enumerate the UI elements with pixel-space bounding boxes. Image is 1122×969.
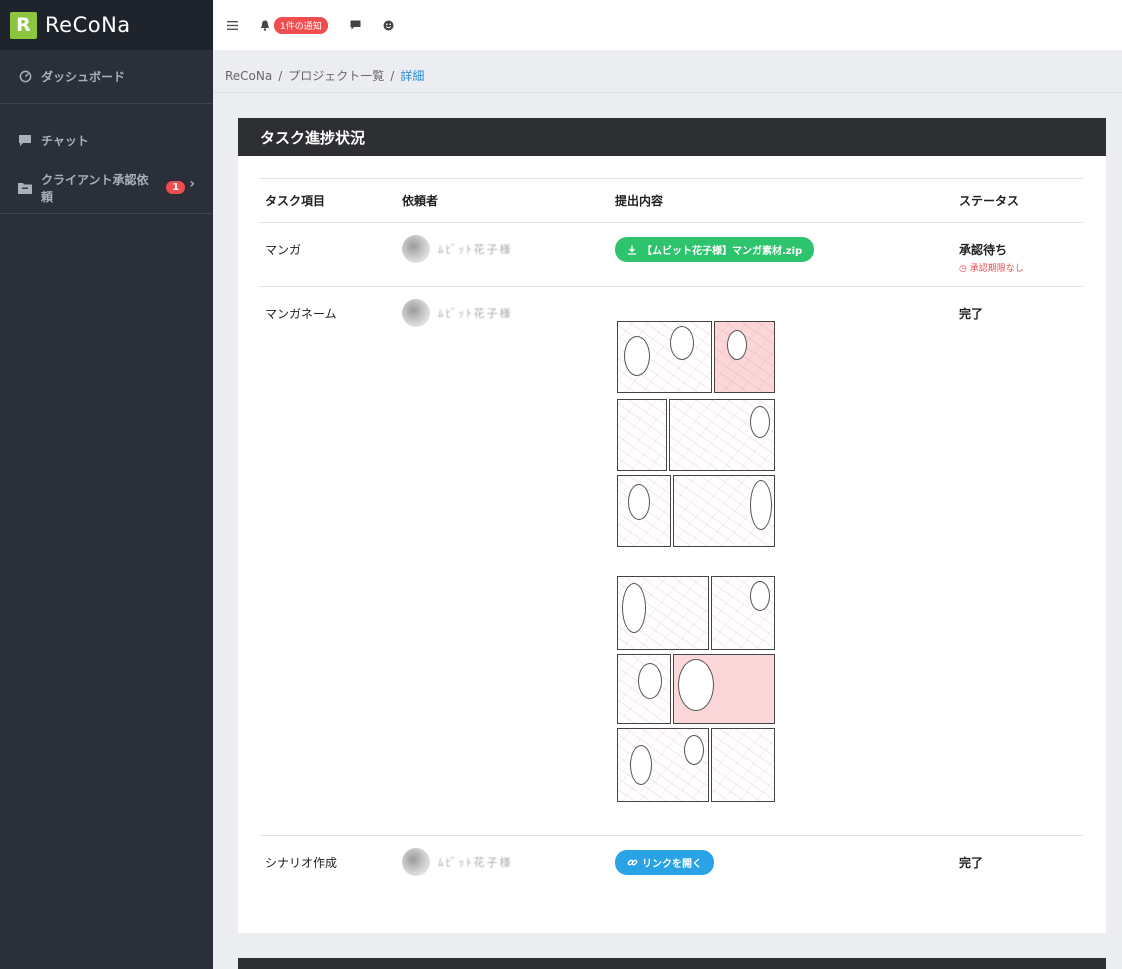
status-cell: 完了 xyxy=(953,836,1083,896)
submission-cell xyxy=(609,286,953,836)
deadline-text: 承認期限なし xyxy=(969,264,1024,274)
topbar: 1件の通知 xyxy=(213,0,1122,50)
sidebar-item-label: チャット xyxy=(41,133,89,148)
requester: ﾑﾋﾞｯﾄ花子様 xyxy=(402,848,609,876)
sidebar-item-dashboard[interactable]: ダッシュボード xyxy=(0,50,213,104)
manga-panel xyxy=(669,399,775,471)
deadline-note: ◷ 承認期限なし xyxy=(959,261,1083,274)
divider xyxy=(213,92,1122,93)
card-title: タスク進捗状況 xyxy=(238,118,1106,156)
requester: ﾑﾋﾞｯﾄ花子様 xyxy=(402,235,609,263)
breadcrumb-root[interactable]: ReCoNa xyxy=(225,69,272,83)
status-cell: 完了 xyxy=(953,286,1083,836)
sidebar-item-client-approval[interactable]: クライアント承認依頼 1 › xyxy=(0,170,213,214)
open-link-label: リンクを開く xyxy=(642,859,702,870)
requester-name: ﾑﾋﾞｯﾄ花子様 xyxy=(438,307,513,320)
open-link-button[interactable]: リンクを開く xyxy=(615,850,714,875)
status-text: 承認待ち xyxy=(959,243,1008,257)
requester-cell: ﾑﾋﾞｯﾄ花子様 xyxy=(396,836,609,896)
manga-panel xyxy=(617,321,712,393)
table-header-row: タスク項目 依頼者 提出内容 ステータス xyxy=(259,178,1083,223)
status-text: 完了 xyxy=(959,856,984,870)
table-row: マンガ ﾑﾋﾞｯﾄ花子様 【ムビット花子様】マンガ素材.zip 承認待ち ◷ 承… xyxy=(259,222,1083,287)
next-card-header xyxy=(238,958,1106,969)
manga-panel xyxy=(617,475,671,547)
chat-icon xyxy=(18,133,32,147)
chevron-right-icon: › xyxy=(189,175,195,192)
chat-icon[interactable] xyxy=(350,20,361,30)
table-row: マンガネーム ﾑﾋﾞｯﾄ花子様 完了 xyxy=(259,286,1083,836)
bell-icon xyxy=(261,20,269,31)
requester: ﾑﾋﾞｯﾄ花子様 xyxy=(402,299,609,327)
manga-page xyxy=(617,321,775,549)
manga-panel xyxy=(711,576,775,650)
column-header: 提出内容 xyxy=(609,178,953,223)
status-text: 完了 xyxy=(959,307,984,321)
manga-panel xyxy=(714,321,775,393)
sidebar-item-label: クライアント承認依頼 xyxy=(41,172,149,204)
column-header: ステータス xyxy=(953,178,1083,223)
link-icon xyxy=(627,859,638,866)
manga-page xyxy=(617,576,775,804)
menu-icon[interactable] xyxy=(227,20,238,30)
notification-badge: 1件の通知 xyxy=(274,16,328,34)
column-header: タスク項目 xyxy=(259,178,396,223)
task-name: マンガネーム xyxy=(259,286,396,836)
breadcrumb-project-list[interactable]: プロジェクト一覧 xyxy=(288,69,384,83)
manga-panel xyxy=(673,654,775,724)
task-progress-card: タスク進捗状況 タスク項目 依頼者 提出内容 ステータス マンガ ﾑﾋﾞｯﾄ花子… xyxy=(238,118,1106,933)
sidebar-item-chat[interactable]: チャット xyxy=(0,110,213,170)
table-row: シナリオ作成 ﾑﾋﾞｯﾄ花子様 リンクを開く 完了 xyxy=(259,836,1083,896)
breadcrumb-current: 詳細 xyxy=(400,69,425,83)
dashboard-icon xyxy=(18,70,32,84)
sidebar: R ReCoNa ダッシュボード チャット クライアント承認依頼 1 › xyxy=(0,0,213,969)
requester-name: ﾑﾋﾞｯﾄ花子様 xyxy=(438,856,513,869)
manga-panel xyxy=(673,475,775,547)
manga-panel xyxy=(711,728,775,802)
brand-logo[interactable]: R ReCoNa xyxy=(0,0,213,50)
manga-panel xyxy=(617,728,709,802)
submission-cell: リンクを開く xyxy=(609,836,953,896)
notification-button[interactable]: 1件の通知 xyxy=(260,16,328,34)
avatar xyxy=(402,848,430,876)
download-icon xyxy=(628,245,636,255)
requester-cell: ﾑﾋﾞｯﾄ花子様 xyxy=(396,222,609,287)
requester-name: ﾑﾋﾞｯﾄ花子様 xyxy=(438,243,513,256)
brand-mark: R xyxy=(10,11,37,39)
manga-panel xyxy=(617,576,709,650)
avatar xyxy=(402,299,430,327)
sidebar-item-label: ダッシュボード xyxy=(41,70,126,84)
smiley-icon[interactable] xyxy=(383,20,394,31)
clock-icon: ◷ xyxy=(959,264,967,274)
manga-storyboard-image[interactable] xyxy=(617,321,777,804)
requester-cell: ﾑﾋﾞｯﾄ花子様 xyxy=(396,286,609,836)
folder-icon xyxy=(18,181,32,195)
brand-name: ReCoNa xyxy=(45,13,131,37)
status-cell: 承認待ち ◷ 承認期限なし xyxy=(953,222,1083,287)
manga-panel xyxy=(617,654,671,724)
approval-count-badge: 1 xyxy=(166,181,186,194)
download-button[interactable]: 【ムビット花子様】マンガ素材.zip xyxy=(615,237,815,262)
manga-panel xyxy=(617,399,667,471)
avatar xyxy=(402,235,430,263)
column-header: 依頼者 xyxy=(396,178,609,223)
task-table: タスク項目 依頼者 提出内容 ステータス マンガ ﾑﾋﾞｯﾄ花子様 【ムビット花… xyxy=(259,178,1083,896)
task-name: シナリオ作成 xyxy=(265,856,338,870)
task-name: マンガ xyxy=(259,222,396,287)
submission-cell: 【ムビット花子様】マンガ素材.zip xyxy=(609,222,953,287)
download-label: 【ムビット花子様】マンガ素材.zip xyxy=(642,246,803,257)
breadcrumb: ReCoNa / プロジェクト一覧 / 詳細 xyxy=(225,69,425,83)
